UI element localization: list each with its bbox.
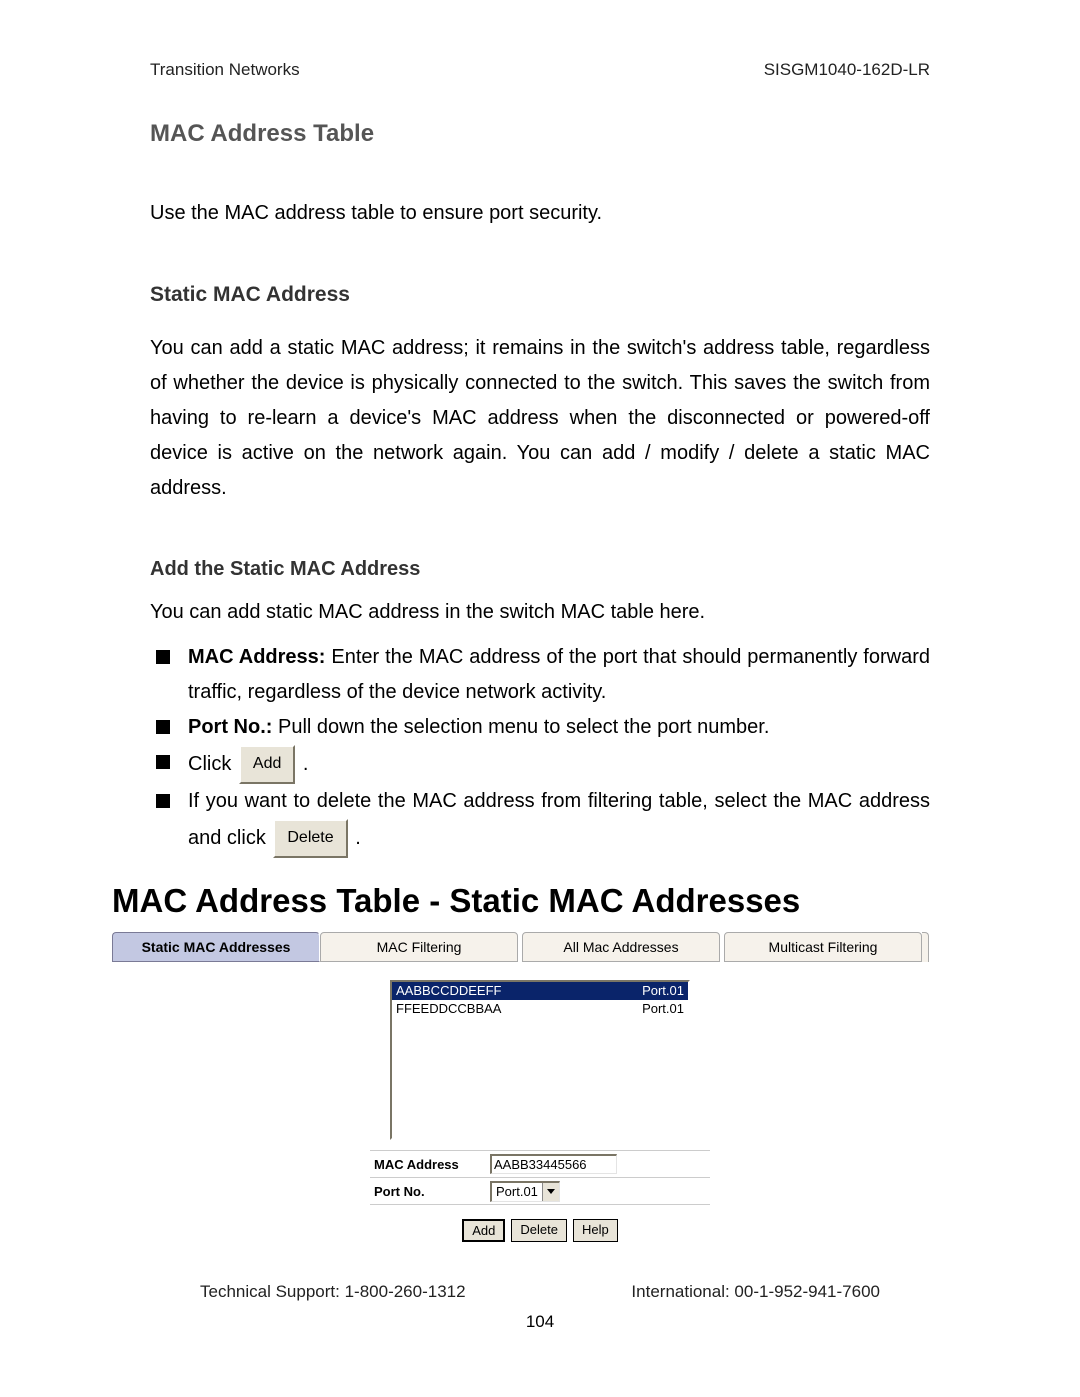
- bullet-mac-address-label: MAC Address:: [188, 646, 325, 668]
- tab-static-mac[interactable]: Static MAC Addresses: [112, 932, 320, 962]
- page-number: 104: [0, 1312, 1080, 1332]
- subsection-add-static: Add the Static MAC Address: [150, 558, 930, 581]
- tab-multicast[interactable]: Multicast Filtering: [724, 932, 922, 962]
- bullet-click-add-pre: Click: [188, 753, 237, 775]
- inline-add-button: Add: [239, 745, 295, 784]
- port-no-label: Port No.: [370, 1184, 486, 1199]
- mac-address-label: MAC Address: [370, 1157, 486, 1172]
- help-button[interactable]: Help: [573, 1219, 618, 1242]
- mac-address-input[interactable]: [490, 1154, 617, 1174]
- static-mac-paragraph: You can add a static MAC address; it rem…: [150, 331, 930, 506]
- delete-button[interactable]: Delete: [511, 1219, 567, 1242]
- mac-listbox[interactable]: AABBCCDDEEFF Port.01 FFEEDDCCBBAA Port.0…: [390, 980, 690, 1140]
- bullet-port-no: Port No.: Pull down the selection menu t…: [150, 710, 930, 745]
- list-mac: AABBCCDDEEFF: [396, 982, 501, 1000]
- tab-bar: Static MAC Addresses MAC Filtering All M…: [112, 932, 968, 962]
- list-port: Port.01: [642, 982, 684, 1000]
- list-item[interactable]: FFEEDDCCBBAA Port.01: [392, 1000, 688, 1018]
- tab-all-mac[interactable]: All Mac Addresses: [522, 932, 720, 962]
- add-button[interactable]: Add: [462, 1219, 505, 1242]
- port-no-value: Port.01: [492, 1183, 542, 1200]
- section-intro: Use the MAC address table to ensure port…: [150, 196, 930, 231]
- tab-mac-filtering[interactable]: MAC Filtering: [320, 932, 518, 962]
- bullet-delete: If you want to delete the MAC address fr…: [150, 784, 930, 858]
- bullet-click-add: Click Add .: [150, 745, 930, 784]
- footer-left: Technical Support: 1-800-260-1312: [200, 1282, 466, 1302]
- header-left: Transition Networks: [150, 60, 300, 80]
- bullet-click-add-post: .: [303, 753, 309, 775]
- subsection-static-mac: Static MAC Address: [150, 283, 930, 307]
- inline-delete-button: Delete: [273, 819, 347, 858]
- bullet-port-no-label: Port No.:: [188, 716, 272, 738]
- section-title-mac-table: MAC Address Table: [150, 120, 930, 148]
- footer-right: International: 00-1-952-941-7600: [631, 1282, 880, 1302]
- bullet-mac-address: MAC Address: Enter the MAC address of th…: [150, 640, 930, 710]
- list-port: Port.01: [642, 1000, 684, 1018]
- list-mac: FFEEDDCCBBAA: [396, 1000, 501, 1018]
- screenshot-title: MAC Address Table - Static MAC Addresses: [0, 882, 1080, 920]
- header-right: SISGM1040-162D-LR: [764, 60, 930, 80]
- list-item[interactable]: AABBCCDDEEFF Port.01: [392, 982, 688, 1000]
- chevron-down-icon[interactable]: [542, 1183, 559, 1201]
- bullet-port-no-text: Pull down the selection menu to select t…: [272, 716, 769, 738]
- add-static-intro: You can add static MAC address in the sw…: [150, 595, 930, 630]
- bullet-delete-post: .: [355, 827, 361, 849]
- port-no-select[interactable]: Port.01: [490, 1181, 560, 1202]
